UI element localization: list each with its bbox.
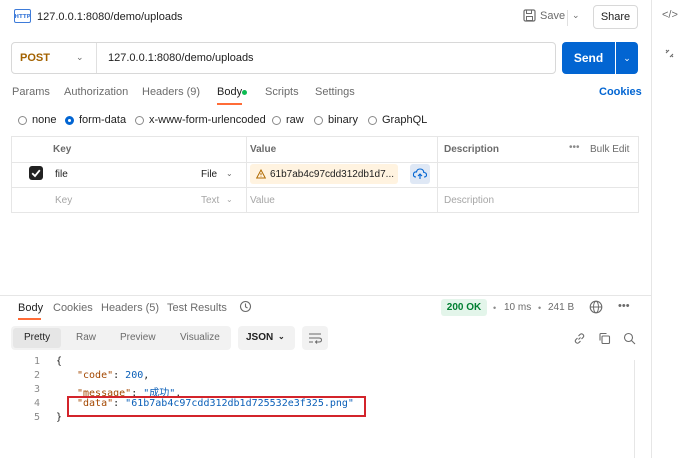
copy-icon[interactable]: [598, 332, 611, 345]
radio-binary[interactable]: binary: [314, 114, 358, 126]
radio-checked-icon: [65, 115, 74, 125]
code-open-brace: {: [56, 356, 63, 367]
line-number: 3: [33, 384, 40, 395]
search-icon[interactable]: [623, 332, 636, 345]
radio-form-data[interactable]: form-data: [65, 114, 126, 126]
radio-icon: [368, 115, 377, 125]
chevron-down-icon[interactable]: ⌄: [226, 169, 233, 178]
column-header-value: Value: [250, 144, 277, 155]
tab-scripts[interactable]: Scripts: [265, 86, 299, 98]
tab-body[interactable]: Body: [217, 86, 242, 98]
upload-icon[interactable]: [410, 164, 430, 184]
new-type-select[interactable]: Text: [201, 195, 219, 206]
view-visualize-button[interactable]: Visualize: [180, 332, 220, 343]
chevron-down-icon[interactable]: ⌄: [572, 10, 580, 21]
radio-icon: [135, 115, 144, 125]
file-name: 61b7ab4c97cdd312db1d7...: [270, 168, 395, 180]
tab-params[interactable]: Params: [12, 86, 50, 98]
table-divider: [12, 162, 638, 163]
chevron-down-icon[interactable]: ⌄: [76, 52, 84, 63]
radio-icon: [314, 115, 323, 125]
line-number: 5: [33, 412, 40, 423]
dot-separator: •: [538, 303, 542, 313]
link-icon[interactable]: [573, 332, 586, 345]
view-preview-button[interactable]: Preview: [120, 332, 156, 343]
cookies-link[interactable]: Cookies: [599, 86, 642, 98]
tab-settings[interactable]: Settings: [315, 86, 355, 98]
response-time[interactable]: 10 ms: [504, 302, 531, 313]
response-tab-indicator: [18, 318, 41, 320]
response-tab-body[interactable]: Body: [18, 302, 43, 314]
line-number: 1: [33, 356, 40, 367]
request-title[interactable]: 127.0.0.1:8080/demo/uploads: [37, 11, 183, 23]
column-header-key: Key: [53, 144, 72, 155]
response-size[interactable]: 241 B: [548, 302, 574, 313]
new-key-input[interactable]: Key: [55, 195, 72, 206]
code-close-brace: }: [56, 412, 63, 423]
unlink-icon[interactable]: [664, 48, 675, 59]
bulk-edit-button[interactable]: Bulk Edit: [590, 144, 629, 155]
line-number: 4: [33, 398, 40, 409]
view-pretty-button[interactable]: Pretty: [24, 332, 50, 343]
column-header-description: Description: [444, 144, 500, 155]
new-description-input[interactable]: Description: [444, 195, 494, 206]
file-chip[interactable]: 61b7ab4c97cdd312db1d7...: [250, 164, 398, 184]
format-select[interactable]: JSON ⌄: [238, 326, 295, 350]
radio-none[interactable]: none: [18, 114, 56, 126]
row-type-select[interactable]: File: [201, 169, 217, 180]
format-label: JSON: [246, 332, 274, 343]
globe-icon[interactable]: [589, 300, 603, 314]
line-number: 2: [33, 370, 40, 381]
tab-headers[interactable]: Headers (9): [142, 86, 200, 98]
response-divider: [0, 295, 651, 296]
status-badge[interactable]: 200 OK: [441, 299, 487, 316]
history-icon[interactable]: [239, 300, 252, 313]
tab-indicator: [217, 103, 242, 105]
scrollbar-track[interactable]: [634, 360, 635, 458]
save-divider: [567, 10, 568, 26]
table-divider: [437, 137, 438, 212]
send-options-chevron-icon[interactable]: ⌄: [616, 42, 638, 74]
radio-urlencoded[interactable]: x-www-form-urlencoded: [135, 114, 266, 126]
response-tab-test-results[interactable]: Test Results: [167, 302, 227, 314]
warning-icon: [256, 169, 266, 179]
save-icon: [523, 9, 536, 22]
request-bar: [11, 42, 556, 74]
send-button[interactable]: Send: [562, 42, 615, 74]
radio-graphql[interactable]: GraphQL: [368, 114, 427, 126]
dot-separator: •: [493, 303, 497, 313]
row-key[interactable]: file: [55, 169, 68, 180]
radio-icon: [272, 115, 281, 125]
response-tab-cookies[interactable]: Cookies: [53, 302, 93, 314]
right-sidebar-divider: [651, 0, 652, 458]
radio-raw[interactable]: raw: [272, 114, 304, 126]
tab-authorization[interactable]: Authorization: [64, 86, 128, 98]
radio-icon: [18, 115, 27, 125]
wrap-lines-icon[interactable]: [302, 326, 328, 350]
body-active-dot: [242, 90, 247, 95]
code-icon[interactable]: </>: [662, 9, 678, 21]
save-label: Save: [540, 9, 566, 22]
table-divider: [246, 137, 247, 212]
row-checkbox[interactable]: [29, 166, 43, 180]
highlight-annotation: [67, 396, 366, 417]
chevron-down-icon[interactable]: ⌄: [226, 195, 233, 204]
method-select[interactable]: POST: [20, 52, 50, 64]
more-options-icon[interactable]: •••: [618, 300, 630, 312]
chevron-down-icon: ⌄: [278, 332, 285, 341]
table-divider: [12, 187, 638, 188]
request-divider: [96, 43, 97, 73]
more-options-icon[interactable]: •••: [569, 142, 580, 153]
share-button[interactable]: Share: [593, 5, 638, 29]
url-input[interactable]: 127.0.0.1:8080/demo/uploads: [108, 52, 254, 64]
new-value-input[interactable]: Value: [250, 195, 275, 206]
response-tab-headers[interactable]: Headers (5): [101, 302, 159, 314]
view-raw-button[interactable]: Raw: [76, 332, 96, 343]
code-line-code: "code": 200,: [77, 370, 150, 381]
http-request-icon: HTTP: [14, 9, 31, 23]
svg-text:HTTP: HTTP: [14, 14, 30, 20]
save-button[interactable]: Save: [523, 9, 565, 22]
